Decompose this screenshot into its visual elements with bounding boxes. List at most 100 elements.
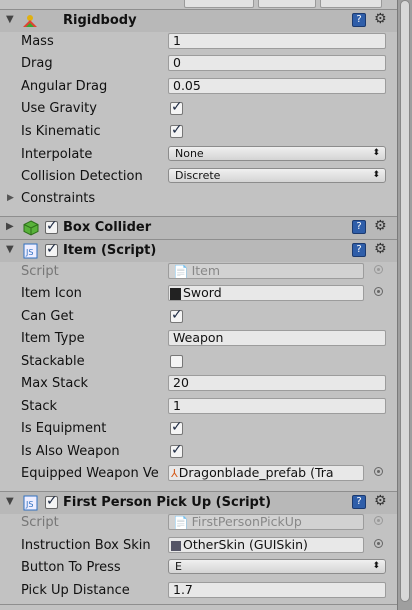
prev-field-2[interactable]: [258, 0, 316, 8]
item-script-header[interactable]: ▼ JS ✓ Item (Script) ? ⚙: [0, 239, 398, 262]
help-book-icon[interactable]: ?: [352, 495, 366, 509]
dropdown-arrow-icon: ⬍: [372, 148, 380, 158]
fold-down-icon[interactable]: ▼: [6, 14, 14, 25]
prev-field-3[interactable]: [320, 0, 382, 8]
pickup-script-enabled-checkbox[interactable]: ✓: [45, 493, 58, 509]
object-picker-icon[interactable]: [374, 287, 383, 296]
fold-right-icon[interactable]: ▶: [6, 221, 14, 232]
checkmark-icon: ✓: [171, 419, 183, 435]
item-icon-row: Item Icon Sword: [0, 283, 398, 305]
item-type-field[interactable]: Weapon: [168, 330, 386, 346]
gear-icon[interactable]: ⚙: [374, 493, 387, 509]
is-equipment-checkbox[interactable]: ✓: [170, 419, 183, 435]
prev-field-1[interactable]: [184, 0, 254, 8]
previous-component-strip: [0, 0, 398, 9]
equipped-weapon-field[interactable]: ⅄Dragonblade_prefab (Tra: [168, 465, 364, 481]
drag-label: Drag: [21, 56, 53, 71]
instruction-skin-field[interactable]: OtherSkin (GUISkin): [168, 537, 364, 553]
is-kinematic-checkbox[interactable]: ✓: [170, 122, 183, 138]
instruction-skin-value: OtherSkin (GUISkin): [183, 537, 308, 552]
vertical-scrollbar[interactable]: [397, 0, 412, 610]
collision-detection-value: Discrete: [175, 169, 221, 182]
box-collider-icon: [23, 220, 39, 236]
next-component-divider: [0, 604, 398, 605]
is-also-weapon-checkbox[interactable]: ✓: [170, 442, 183, 458]
use-gravity-label: Use Gravity: [21, 101, 97, 116]
button-to-press-dropdown[interactable]: E ⬍: [168, 559, 386, 574]
js-script-icon: JS: [23, 495, 38, 511]
can-get-label: Can Get: [21, 309, 74, 324]
help-book-icon[interactable]: ?: [352, 220, 366, 234]
object-picker-icon[interactable]: [374, 467, 383, 476]
gear-icon[interactable]: ⚙: [374, 218, 387, 234]
script-label: Script: [21, 264, 59, 279]
max-stack-field[interactable]: 20: [168, 375, 386, 391]
scrollbar-thumb[interactable]: [400, 0, 410, 602]
box-collider-header[interactable]: ▶ ✓ Box Collider ? ⚙: [0, 216, 398, 239]
equipped-weapon-value: Dragonblade_prefab (Tra: [178, 465, 334, 480]
pickup-distance-label: Pick Up Distance: [21, 583, 130, 598]
interpolate-row: Interpolate None ⬍: [0, 144, 398, 166]
drag-field[interactable]: 0: [168, 55, 386, 71]
use-gravity-checkbox[interactable]: ✓: [170, 99, 183, 115]
angular-drag-row: Angular Drag 0.05: [0, 76, 398, 98]
can-get-row: Can Get ✓: [0, 306, 398, 328]
instruction-skin-label: Instruction Box Skin: [21, 538, 151, 553]
svg-text:JS: JS: [25, 500, 33, 509]
mass-field[interactable]: 1: [168, 33, 386, 49]
interpolate-dropdown[interactable]: None ⬍: [168, 146, 386, 161]
instruction-skin-row: Instruction Box Skin OtherSkin (GUISkin): [0, 535, 398, 557]
rigidbody-header[interactable]: ▼ Rigidbody ? ⚙: [0, 9, 398, 32]
script-file-icon: 📄: [173, 263, 189, 279]
stack-label: Stack: [21, 399, 57, 414]
dropdown-arrow-icon: ⬍: [372, 170, 380, 180]
help-book-icon[interactable]: ?: [352, 13, 366, 27]
collision-detection-dropdown[interactable]: Discrete ⬍: [168, 168, 386, 183]
script-label: Script: [21, 515, 59, 530]
object-picker-icon: [374, 265, 383, 274]
inspector-panel: ▼ Rigidbody ? ⚙ Mass 1 Drag 0 Angular Dr…: [0, 0, 398, 610]
rigidbody-title: Rigidbody: [63, 13, 137, 28]
object-picker-icon[interactable]: [374, 539, 383, 548]
mass-label: Mass: [21, 34, 54, 49]
stack-field[interactable]: 1: [168, 398, 386, 414]
rigidbody-icon: [22, 13, 37, 28]
angular-drag-field[interactable]: 0.05: [168, 78, 386, 94]
gear-icon[interactable]: ⚙: [374, 241, 387, 257]
checkmark-icon: ✓: [171, 307, 183, 323]
stackable-checkbox[interactable]: [170, 355, 183, 368]
checkmark-icon: ✓: [171, 442, 183, 458]
checkmark-icon: ✓: [46, 493, 58, 509]
item-script-field: 📄 Item: [168, 263, 364, 279]
mass-row: Mass 1: [0, 31, 398, 53]
angular-drag-label: Angular Drag: [21, 79, 108, 94]
pickup-distance-field[interactable]: 1.7: [168, 582, 386, 598]
collision-detection-row: Collision Detection Discrete ⬍: [0, 166, 398, 188]
fold-down-icon[interactable]: ▼: [6, 244, 14, 255]
pickup-script-field: 📄 FirstPersonPickUp: [168, 514, 364, 530]
interpolate-label: Interpolate: [21, 147, 93, 162]
item-script-enabled-checkbox[interactable]: ✓: [45, 241, 58, 257]
item-type-row: Item Type Weapon: [0, 328, 398, 350]
item-icon-label: Item Icon: [21, 286, 82, 301]
box-collider-enabled-checkbox[interactable]: ✓: [45, 218, 58, 234]
stackable-row: Stackable: [0, 351, 398, 373]
guiskin-icon: [171, 540, 181, 551]
dropdown-arrow-icon: ⬍: [372, 561, 380, 571]
fold-down-icon[interactable]: ▼: [6, 496, 14, 507]
can-get-checkbox[interactable]: ✓: [170, 307, 183, 323]
is-also-weapon-label: Is Also Weapon: [21, 444, 120, 459]
pickup-script-header[interactable]: ▼ JS ✓ First Person Pick Up (Script) ? ⚙: [0, 491, 398, 514]
use-gravity-row: Use Gravity ✓: [0, 98, 398, 120]
item-icon-field[interactable]: Sword: [168, 285, 364, 301]
constraints-row[interactable]: ▶ Constraints: [0, 188, 398, 210]
button-to-press-value: E: [175, 560, 182, 573]
object-picker-icon: [374, 516, 383, 525]
checkmark-icon: ✓: [46, 218, 58, 234]
gear-icon[interactable]: ⚙: [374, 11, 387, 27]
help-book-icon[interactable]: ?: [352, 243, 366, 257]
fold-right-icon[interactable]: ▶: [7, 193, 14, 203]
checkmark-icon: ✓: [46, 241, 58, 257]
pickup-distance-row: Pick Up Distance 1.7: [0, 580, 398, 602]
item-type-label: Item Type: [21, 331, 85, 346]
